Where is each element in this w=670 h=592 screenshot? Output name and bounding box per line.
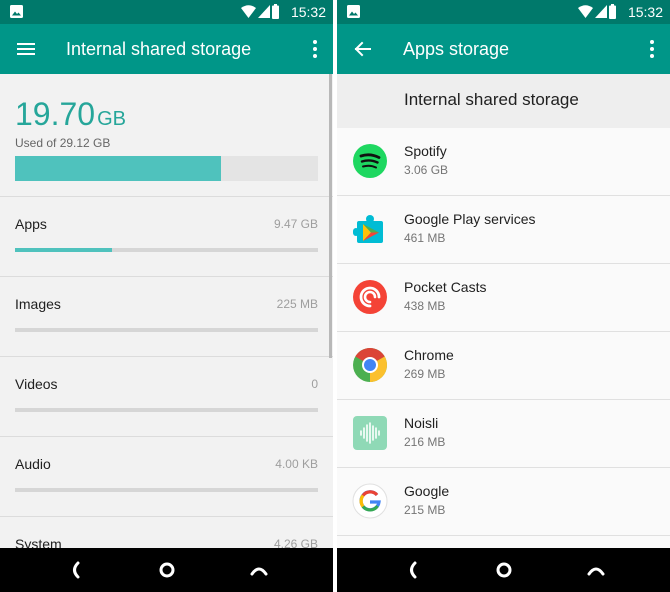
scrollbar[interactable] [329, 74, 332, 358]
clock: 15:32 [290, 4, 326, 20]
app-size: 216 MB [404, 435, 446, 449]
app-bar: Internal shared storage [0, 24, 333, 74]
app-row-pocket-casts[interactable]: Pocket Casts 438 MB [337, 264, 670, 332]
status-bar: 15:32 [337, 0, 670, 24]
used-number: 19.70 [15, 96, 96, 132]
google-play-services-icon [353, 215, 383, 243]
category-label: Images [15, 296, 61, 312]
more-options-icon[interactable] [649, 39, 655, 59]
app-name: Pocket Casts [404, 279, 487, 295]
app-bar: Apps storage [337, 24, 670, 74]
category-images[interactable]: Images 225 MB [0, 276, 333, 356]
image-notification-icon [10, 5, 23, 18]
storage-screen: 15:32 Internal shared storage 19.70 GB Us… [0, 0, 333, 592]
category-audio[interactable]: Audio 4.00 KB [0, 436, 333, 516]
category-size: 4.26 GB [273, 537, 318, 548]
back-arrow-icon[interactable] [353, 39, 373, 59]
category-size: 0 [311, 377, 318, 391]
apps-storage-screen: 15:32 Apps storage Internal shared stora… [337, 0, 670, 592]
used-unit: GB [97, 108, 126, 130]
category-size: 225 MB [276, 297, 318, 311]
category-label: Audio [15, 456, 51, 472]
app-row-spotify[interactable]: Spotify 3.06 GB [337, 128, 670, 196]
app-name: Google [404, 483, 450, 499]
google-icon [352, 483, 388, 519]
wifi-icon [241, 5, 256, 18]
app-name: Noisli [404, 415, 439, 431]
apps-list: Internal shared storage Spotify 3.06 GB [337, 74, 670, 548]
category-bar [15, 328, 318, 332]
category-label: System [15, 536, 62, 548]
app-size: 3.06 GB [404, 163, 449, 177]
storage-content: 19.70 GB Used of 29.12 GB Apps 9.47 GB Im… [0, 74, 333, 548]
app-name: Google Play services [404, 211, 536, 227]
section-header: Internal shared storage [337, 74, 670, 128]
more-options-icon[interactable] [312, 39, 318, 59]
home-icon[interactable] [494, 560, 514, 580]
app-size: 438 MB [404, 299, 446, 313]
used-of-total: Used of 29.12 GB [15, 136, 111, 150]
page-title: Internal shared storage [66, 39, 252, 59]
storage-usage-bar [15, 156, 318, 181]
app-row-chrome[interactable]: Chrome 269 MB [337, 332, 670, 400]
page-title: Apps storage [403, 39, 510, 59]
status-bar: 15:32 [0, 0, 333, 24]
category-bar [15, 408, 318, 412]
spotify-icon [353, 144, 387, 178]
noisli-icon [353, 416, 387, 450]
storage-usage-fill [15, 156, 222, 181]
used-amount: 19.70 GB [15, 96, 126, 137]
app-size: 461 MB [404, 231, 446, 245]
app-size: 269 MB [404, 367, 446, 381]
app-row-google[interactable]: Google 215 MB [337, 468, 670, 536]
clock: 15:32 [627, 4, 663, 20]
back-icon[interactable] [66, 560, 86, 580]
category-apps[interactable]: Apps 9.47 GB [0, 196, 333, 276]
wifi-icon [578, 5, 593, 18]
category-system[interactable]: System 4.26 GB [0, 516, 333, 548]
app-row-noisli[interactable]: Noisli 216 MB [337, 400, 670, 468]
app-name: Chrome [404, 347, 454, 363]
category-label: Apps [15, 216, 47, 232]
recents-icon[interactable] [249, 560, 269, 580]
recents-icon[interactable] [586, 560, 606, 580]
home-icon[interactable] [157, 560, 177, 580]
category-size: 4.00 KB [275, 457, 318, 471]
category-videos[interactable]: Videos 0 [0, 356, 333, 436]
category-bar [15, 248, 318, 252]
back-icon[interactable] [403, 560, 423, 580]
storage-summary: 19.70 GB Used of 29.12 GB [0, 74, 333, 196]
navigation-bar [337, 548, 670, 592]
chrome-icon [353, 348, 387, 382]
battery-icon [272, 4, 279, 19]
pocket-casts-icon [353, 280, 387, 314]
section-header-label: Internal shared storage [404, 90, 579, 109]
signal-icon [595, 5, 607, 18]
menu-icon[interactable] [16, 39, 36, 59]
navigation-bar [0, 548, 333, 592]
category-label: Videos [15, 376, 58, 392]
battery-icon [609, 4, 616, 19]
app-name: Spotify [404, 143, 447, 159]
image-notification-icon [347, 5, 360, 18]
app-size: 215 MB [404, 503, 446, 517]
category-bar-fill [15, 248, 112, 252]
app-row-google-play-services[interactable]: Google Play services 461 MB [337, 196, 670, 264]
category-size: 9.47 GB [273, 217, 318, 231]
category-bar [15, 488, 318, 492]
signal-icon [258, 5, 270, 18]
